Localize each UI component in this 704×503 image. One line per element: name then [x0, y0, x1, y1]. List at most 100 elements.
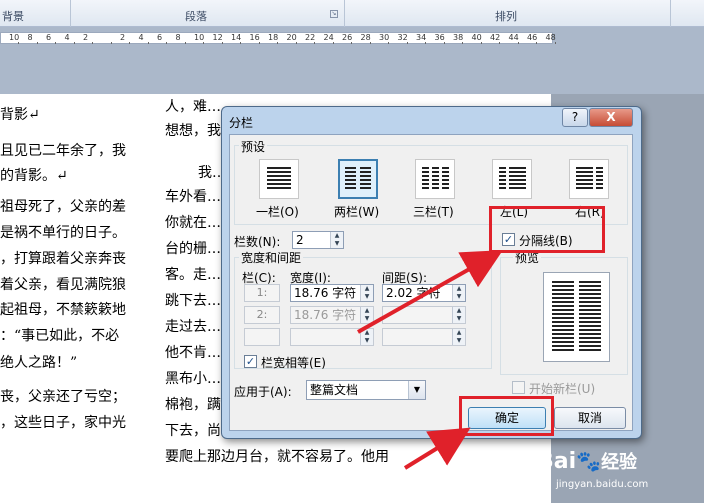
doc-line: 台的栅… [165, 241, 221, 257]
apply-to-value: 整篇文档 [310, 383, 359, 397]
preview-column-right [579, 281, 601, 353]
equal-width-label: 栏宽相等(E) [261, 356, 326, 370]
dialog-body: 预设 一栏(O) 两栏(W) 三栏(T) 左(L) 右(R) 栏数(N): 2 … [229, 134, 633, 431]
preset-one-column[interactable] [259, 159, 299, 199]
left-narrow-glyph-icon [499, 167, 506, 191]
one-column-glyph-icon [267, 167, 291, 191]
ruler-tick [480, 42, 482, 44]
ruler-number: 20 [286, 33, 297, 42]
column-number: 2: [244, 306, 280, 324]
preset-one-column-label: 一栏(O) [256, 205, 299, 219]
ruler-number: 6 [157, 33, 163, 42]
doc-line: 客。走… [165, 267, 221, 283]
ruler-tick [184, 42, 186, 44]
doc-line: 黑布小… [165, 371, 221, 387]
ruler-number: 10 [194, 33, 205, 42]
presets-legend: 预设 [239, 138, 268, 155]
spinner-arrows-icon: ▲ ▼ [452, 329, 465, 345]
spinner-arrows-icon[interactable]: ▲ ▼ [330, 232, 343, 248]
preset-right[interactable] [569, 159, 609, 199]
ribbon-separator [70, 0, 71, 27]
close-button[interactable]: X [589, 108, 633, 127]
three-column-glyph-icon [432, 167, 439, 191]
doc-line: 人，难… [165, 99, 221, 115]
left-wide-glyph-icon [509, 167, 526, 191]
preview-column-left [552, 281, 574, 353]
width-spacing-legend: 宽度和间距 [239, 249, 304, 266]
spacing-value-1: 2.02 字符 [386, 286, 441, 300]
ok-highlight-box [459, 396, 554, 436]
help-button[interactable]: ? [562, 108, 588, 127]
equal-width-checkbox[interactable]: ✓ [244, 355, 257, 368]
ruler-tick [351, 42, 352, 44]
ruler-number: 4 [138, 33, 144, 42]
ruler-tick [443, 42, 445, 44]
cancel-button[interactable]: 取消 [554, 407, 626, 429]
new-column-checkbox [512, 381, 525, 394]
ruler-number: 32 [397, 33, 408, 42]
width-spinner-1[interactable]: 18.76 字符 ▲ ▼ [290, 284, 374, 302]
right-narrow-glyph-icon [596, 167, 603, 191]
ruler-number: 22 [305, 33, 316, 42]
width-spinner-3: ▲ ▼ [290, 328, 374, 346]
paragraph-launcher-icon[interactable]: ↘ [330, 10, 338, 18]
ruler-tick [277, 42, 278, 44]
preset-two-columns-label: 两栏(W) [334, 205, 380, 219]
doc-line: ：“事已如此，不必 [0, 328, 120, 344]
ribbon-separator [344, 0, 345, 27]
spacing-spinner-1[interactable]: 2.02 字符 ▲ ▼ [382, 284, 466, 302]
ruler-number: 24 [323, 33, 334, 42]
ruler-tick [110, 42, 112, 44]
doc-line: 要爬上那边月台，就不容易了。他用 [165, 449, 389, 465]
ribbon-group-paragraph: 段落 [185, 10, 207, 23]
width-value-1: 18.76 字符 [294, 286, 357, 300]
ruler-number: 28 [360, 33, 371, 42]
doc-line: 跳下去… [165, 293, 221, 309]
apply-to-select[interactable]: 整篇文档 ▼ [306, 380, 426, 400]
ribbon-group-background: 背景 [2, 10, 24, 23]
ruler-tick [203, 42, 204, 44]
ruler-tick [258, 42, 260, 44]
ribbon-separator [670, 0, 671, 27]
ribbon-group-arrange: 排列 [495, 10, 517, 23]
doc-line: 走过去… [165, 319, 221, 335]
ruler-number: 8 [27, 33, 33, 42]
preset-left[interactable] [492, 159, 532, 199]
ruler-number: 14 [231, 33, 242, 42]
ruler-number: 34 [416, 33, 427, 42]
ruler-number: 2 [83, 33, 89, 42]
doc-line: 你就在… [165, 215, 221, 231]
doc-line: 车外看… [165, 189, 221, 205]
horizontal-ruler[interactable]: 10 8 6 4 2 2 4 6 8 10 12 14 16 18 20 22 24 26 28 30 32 34 36 38… [0, 32, 556, 44]
spinner-arrows-icon: ▲ ▼ [452, 307, 465, 323]
ruler-number: 42 [490, 33, 501, 42]
ruler-tick [36, 42, 38, 44]
ruler-tick [92, 42, 93, 44]
column-count-spinner[interactable]: 2 ▲ ▼ [292, 231, 344, 249]
spinner-arrows-icon[interactable]: ▲ ▼ [360, 285, 373, 301]
doc-line: 他不肯… [165, 345, 221, 361]
doc-line: 且见已二年余了，我 [0, 143, 126, 159]
width-spinner-2: 18.76 字符 ▲ ▼ [290, 306, 374, 324]
doc-line: 着父亲，看见满院狼 [0, 277, 126, 293]
doc-line: 想想，我 [165, 123, 221, 139]
ruler-number: 36 [434, 33, 445, 42]
ruler-tick [147, 42, 149, 44]
spacing-spinner-3: ▲ ▼ [382, 328, 466, 346]
ruler-number: 30 [379, 33, 390, 42]
spinner-arrows-icon[interactable]: ▲ ▼ [452, 285, 465, 301]
chevron-down-icon[interactable]: ▼ [408, 381, 425, 399]
ruler-tick [166, 42, 167, 44]
ruler-tick [221, 42, 223, 44]
preset-three-columns[interactable] [415, 159, 455, 199]
doc-line: 是祸不单行的日子。 [0, 225, 126, 241]
preset-two-columns[interactable] [338, 159, 378, 199]
watermark-brand-text: Bai [537, 449, 577, 474]
ruler-number: 10 [9, 33, 20, 42]
ruler-tick [295, 42, 297, 44]
ruler-tick [462, 42, 463, 44]
ruler-number: 38 [453, 33, 464, 42]
watermark-url: jingyan.baidu.com [556, 479, 649, 490]
ruler-tick [517, 42, 519, 44]
ruler-tick [129, 42, 130, 44]
